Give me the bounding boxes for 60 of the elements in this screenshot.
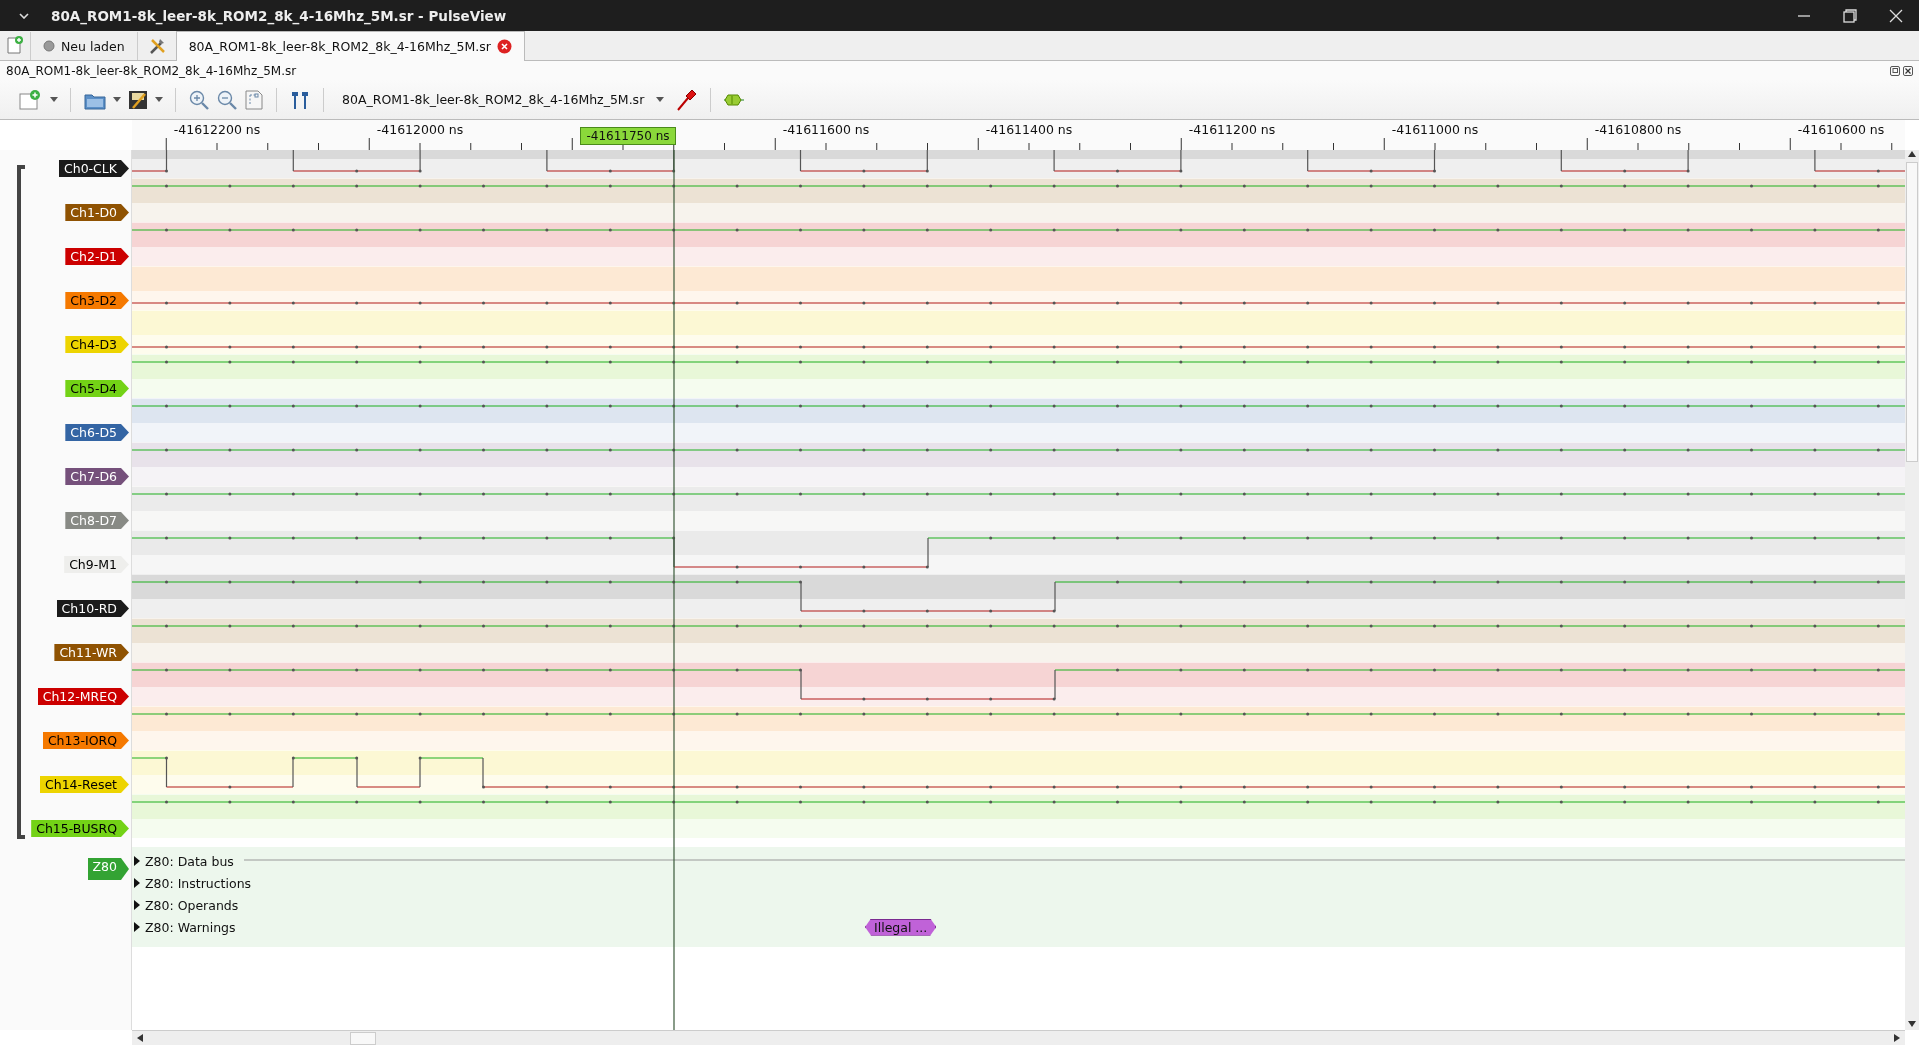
caret-icon[interactable]	[155, 97, 163, 102]
time-label: -41610600 ns	[1797, 122, 1885, 137]
scroll-right-icon[interactable]	[1893, 1033, 1901, 1043]
time-label: -41610800 ns	[1594, 122, 1682, 137]
new-session-icon[interactable]	[6, 35, 24, 55]
time-label: -41611000 ns	[1391, 122, 1479, 137]
probe-icon[interactable]	[676, 87, 699, 112]
decoder-row-label: Z80: Instructions	[145, 875, 252, 891]
circle-icon	[43, 40, 55, 52]
channel-label[interactable]: Ch1-D0	[65, 204, 129, 221]
zoom-out-icon[interactable]	[216, 88, 238, 111]
annotation[interactable]: Illegal ...	[865, 918, 937, 936]
channel-label[interactable]: Ch5-D4	[65, 380, 129, 397]
save-icon[interactable]	[127, 88, 149, 111]
expand-triangle-icon[interactable]	[133, 856, 141, 866]
channel-label[interactable]: Ch4-D3	[65, 336, 129, 353]
session-name: 80A_ROM1-8k_leer-8k_ROM2_8k_4-16Mhz_5M.sr	[6, 63, 297, 78]
cursor-flag[interactable]: -41611750 ns	[580, 127, 676, 145]
channel-label[interactable]: Ch2-D1	[65, 248, 129, 265]
scroll-thumb[interactable]	[1906, 162, 1918, 462]
caret-icon[interactable]	[113, 97, 121, 102]
scroll-down-icon[interactable]	[1907, 1020, 1917, 1028]
scroll-thumb[interactable]	[350, 1031, 376, 1045]
channel-label[interactable]: Ch9-M1	[64, 556, 129, 573]
channel-label[interactable]: Ch11-WR	[54, 644, 129, 661]
expand-triangle-icon[interactable]	[133, 878, 141, 888]
zoom-in-icon[interactable]	[188, 88, 210, 111]
caret-icon	[656, 97, 665, 102]
maximize-icon[interactable]	[1843, 8, 1857, 23]
channel-label[interactable]: Ch10-RD	[56, 600, 129, 617]
expand-triangle-icon[interactable]	[133, 922, 141, 932]
caret-icon[interactable]	[50, 97, 58, 102]
expand-triangle-icon[interactable]	[133, 900, 141, 910]
channel-label[interactable]: Ch6-D5	[65, 424, 129, 441]
time-label: -41611200 ns	[1188, 122, 1276, 137]
menu-chevron-icon[interactable]	[19, 12, 29, 19]
channel-label[interactable]: Ch13-IORQ	[42, 732, 129, 749]
decoder-icon[interactable]	[723, 92, 746, 107]
channel-label[interactable]: Ch14-Reset	[40, 776, 129, 793]
cursor-line[interactable]	[673, 150, 675, 1030]
decoder-row-label: Z80: Operands	[145, 897, 239, 913]
reload-tab[interactable]: Neu laden	[30, 32, 138, 60]
device-dropdown[interactable]: 80A_ROM1-8k_leer-8k_ROM2_8k_4-16Mhz_5M.sr	[336, 92, 671, 107]
scroll-up-icon[interactable]	[1907, 150, 1917, 158]
close-icon[interactable]	[1903, 65, 1913, 76]
time-label: -41612200 ns	[173, 122, 261, 137]
time-label: -41612000 ns	[376, 122, 464, 137]
channel-label[interactable]: Ch0-CLK	[59, 160, 129, 177]
decoder-row-label: Z80: Data bus	[145, 853, 234, 869]
time-label: -41611600 ns	[782, 122, 870, 137]
channel-label[interactable]: Ch7-D6	[65, 468, 129, 485]
channel-label[interactable]: Ch15-BUSRQ	[31, 820, 129, 837]
decoder-row-label: Z80: Warnings	[145, 919, 236, 935]
channel-label[interactable]: Ch12-MREQ	[37, 688, 129, 705]
window-title: 80A_ROM1-8k_leer-8k_ROM2_8k_4-16Mhz_5M.sr - PulseView	[51, 7, 507, 24]
channel-label[interactable]: Ch3-D2	[65, 292, 129, 309]
time-label: -41611400 ns	[985, 122, 1073, 137]
scroll-left-icon[interactable]	[136, 1033, 144, 1043]
float-icon[interactable]	[1890, 65, 1900, 76]
session-tab[interactable]: 80A_ROM1-8k_leer-8k_ROM2_8k_4-16Mhz_5M.sr	[175, 31, 525, 61]
